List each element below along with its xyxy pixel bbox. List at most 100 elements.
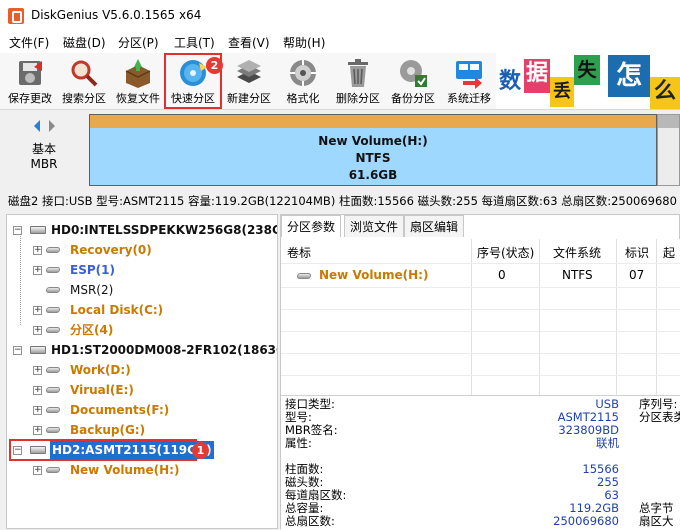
unallocated-block[interactable] bbox=[657, 114, 680, 186]
expand-icon[interactable]: + bbox=[33, 246, 42, 255]
tree-disk-label: HD0:INTELSSDPEKKW256G8(238GB) bbox=[51, 223, 278, 237]
quick-partition-icon bbox=[180, 60, 207, 86]
step-badge-1: 1 bbox=[192, 442, 209, 459]
expand-icon[interactable]: + bbox=[33, 406, 42, 415]
expand-icon[interactable]: + bbox=[33, 386, 42, 395]
title-bar: DiskGenius V5.6.0.1565 x64 bbox=[0, 0, 680, 31]
hard-disk-icon bbox=[30, 446, 46, 454]
banner-char: 么 bbox=[650, 77, 680, 109]
prop-key: 属性: bbox=[285, 436, 312, 450]
row-filesystem: NTFS bbox=[562, 268, 593, 282]
promo-banner[interactable]: 数 据 丢 失 怎 么 bbox=[496, 53, 680, 109]
expand-icon[interactable]: + bbox=[33, 266, 42, 275]
banner-char: 据 bbox=[524, 59, 550, 93]
tree-disk-label: HD1:ST2000DM008-2FR102(1863GB) bbox=[51, 343, 278, 357]
volume-block-name: New Volume(H:) bbox=[318, 134, 428, 148]
volume-block-h[interactable]: New Volume(H:) NTFS 61.6GB bbox=[89, 114, 657, 186]
volume-icon bbox=[45, 247, 61, 253]
expand-icon[interactable]: + bbox=[33, 326, 42, 335]
tab-partition-params[interactable]: 分区参数 bbox=[281, 215, 342, 237]
disk-info-bar: 磁盘2 接口:USB 型号:ASMT2115 容量:119.2GB(122104… bbox=[0, 190, 680, 210]
tree-partition-label: New Volume(H:) bbox=[70, 463, 180, 477]
next-disk-arrow-icon[interactable] bbox=[47, 119, 57, 133]
prop-key: 扇区大 bbox=[639, 514, 674, 528]
tab-sector-editor[interactable]: 扇区编辑 bbox=[404, 215, 465, 237]
tree-partition-label: Virual(E:) bbox=[70, 383, 134, 397]
col-header-id[interactable]: 标识 bbox=[625, 244, 649, 261]
banner-char: 数 bbox=[496, 67, 524, 101]
expand-icon[interactable]: + bbox=[33, 466, 42, 475]
volume-block-fs: NTFS bbox=[355, 151, 391, 165]
menu-help[interactable]: 帮助(H) bbox=[283, 34, 325, 51]
collapse-icon[interactable]: − bbox=[13, 346, 22, 355]
prop-value: 联机 bbox=[596, 436, 619, 450]
disk-style: 基本 bbox=[31, 142, 56, 156]
expand-icon[interactable]: + bbox=[33, 426, 42, 435]
volume-icon bbox=[45, 287, 61, 293]
format-icon bbox=[290, 60, 316, 86]
unallocated-block-header bbox=[658, 115, 679, 128]
magnifier-icon bbox=[71, 60, 98, 87]
save-changes-button[interactable]: 保存更改 bbox=[3, 55, 57, 107]
table-row[interactable]: New Volume(H:) 0 NTFS 07 bbox=[281, 266, 680, 286]
menu-view[interactable]: 查看(V) bbox=[228, 34, 270, 51]
tree-partition-label: 分区(4) bbox=[70, 323, 114, 337]
delete-partition-label: 删除分区 bbox=[336, 92, 380, 105]
search-partition-button[interactable]: 搜索分区 bbox=[57, 55, 111, 107]
hard-disk-icon bbox=[30, 226, 46, 234]
col-header-fs[interactable]: 文件系统 bbox=[553, 244, 601, 261]
quick-partition-button[interactable]: 快速分区 2 bbox=[164, 53, 223, 109]
system-migrate-button[interactable]: 系统迁移 bbox=[442, 55, 496, 107]
menu-file[interactable]: 文件(F) bbox=[9, 34, 49, 51]
save-disk-icon bbox=[19, 61, 42, 85]
volume-icon bbox=[45, 427, 61, 433]
volume-block-size: 61.6GB bbox=[348, 168, 398, 182]
new-partition-button[interactable]: 新建分区 bbox=[222, 55, 276, 107]
details-panel: 分区参数 浏览文件 扇区编辑 卷标 序号(状态) 文件系统 标识 起 New V… bbox=[280, 214, 680, 530]
backup-partition-button[interactable]: 备份分区 bbox=[386, 55, 440, 107]
recover-files-button[interactable]: 恢复文件 bbox=[111, 55, 165, 107]
prop-value: 250069680 bbox=[553, 514, 619, 528]
col-header-start[interactable]: 起 bbox=[663, 244, 675, 261]
save-changes-label: 保存更改 bbox=[8, 92, 52, 105]
backup-icon bbox=[400, 60, 427, 87]
col-header-label[interactable]: 卷标 bbox=[287, 244, 311, 261]
menu-bar: 文件(F) 磁盘(D) 分区(P) 工具(T) 查看(V) 帮助(H) bbox=[0, 31, 680, 53]
volume-icon bbox=[45, 367, 61, 373]
volume-icon bbox=[45, 467, 61, 473]
volume-icon bbox=[45, 267, 61, 273]
banner-char: 丢 bbox=[550, 77, 574, 107]
row-id: 07 bbox=[629, 268, 645, 282]
expand-icon[interactable]: + bbox=[33, 306, 42, 315]
expand-icon[interactable]: + bbox=[33, 366, 42, 375]
system-migrate-label: 系统迁移 bbox=[447, 92, 491, 105]
tree-partition-label: Local Disk(C:) bbox=[70, 303, 164, 317]
prop-key: 总扇区数: bbox=[285, 514, 335, 528]
menu-disk[interactable]: 磁盘(D) bbox=[63, 34, 106, 51]
volume-icon bbox=[45, 307, 61, 313]
step-badge-2: 2 bbox=[206, 57, 223, 74]
partition-grid: 卷标 序号(状态) 文件系统 标识 起 New Volume(H:) 0 NTF… bbox=[281, 239, 680, 395]
tree-disk-label: HD2:ASMT2115(119GB) bbox=[50, 441, 214, 459]
collapse-icon[interactable]: − bbox=[13, 446, 22, 455]
prop-key: 分区表类 bbox=[639, 410, 680, 424]
tree-partition-label: Work(D:) bbox=[70, 363, 131, 377]
recover-files-label: 恢复文件 bbox=[116, 92, 160, 105]
banner-char: 怎 bbox=[608, 55, 650, 97]
format-button[interactable]: 格式化 bbox=[276, 55, 330, 107]
migrate-icon bbox=[456, 61, 482, 89]
prev-disk-arrow-icon[interactable] bbox=[32, 119, 42, 133]
col-header-index[interactable]: 序号(状态) bbox=[477, 244, 534, 261]
tree-partition-label: Backup(G:) bbox=[70, 423, 146, 437]
delete-partition-button[interactable]: 删除分区 bbox=[331, 55, 385, 107]
collapse-icon[interactable]: − bbox=[13, 226, 22, 235]
menu-partition[interactable]: 分区(P) bbox=[118, 34, 159, 51]
volume-icon bbox=[45, 387, 61, 393]
hard-disk-icon bbox=[30, 346, 46, 354]
quick-partition-label: 快速分区 bbox=[171, 92, 215, 105]
window-title: DiskGenius V5.6.0.1565 x64 bbox=[31, 8, 202, 22]
tab-browse-files[interactable]: 浏览文件 bbox=[344, 215, 405, 237]
volume-block-header bbox=[90, 115, 656, 128]
new-partition-label: 新建分区 bbox=[227, 92, 271, 105]
menu-tools[interactable]: 工具(T) bbox=[174, 34, 215, 51]
